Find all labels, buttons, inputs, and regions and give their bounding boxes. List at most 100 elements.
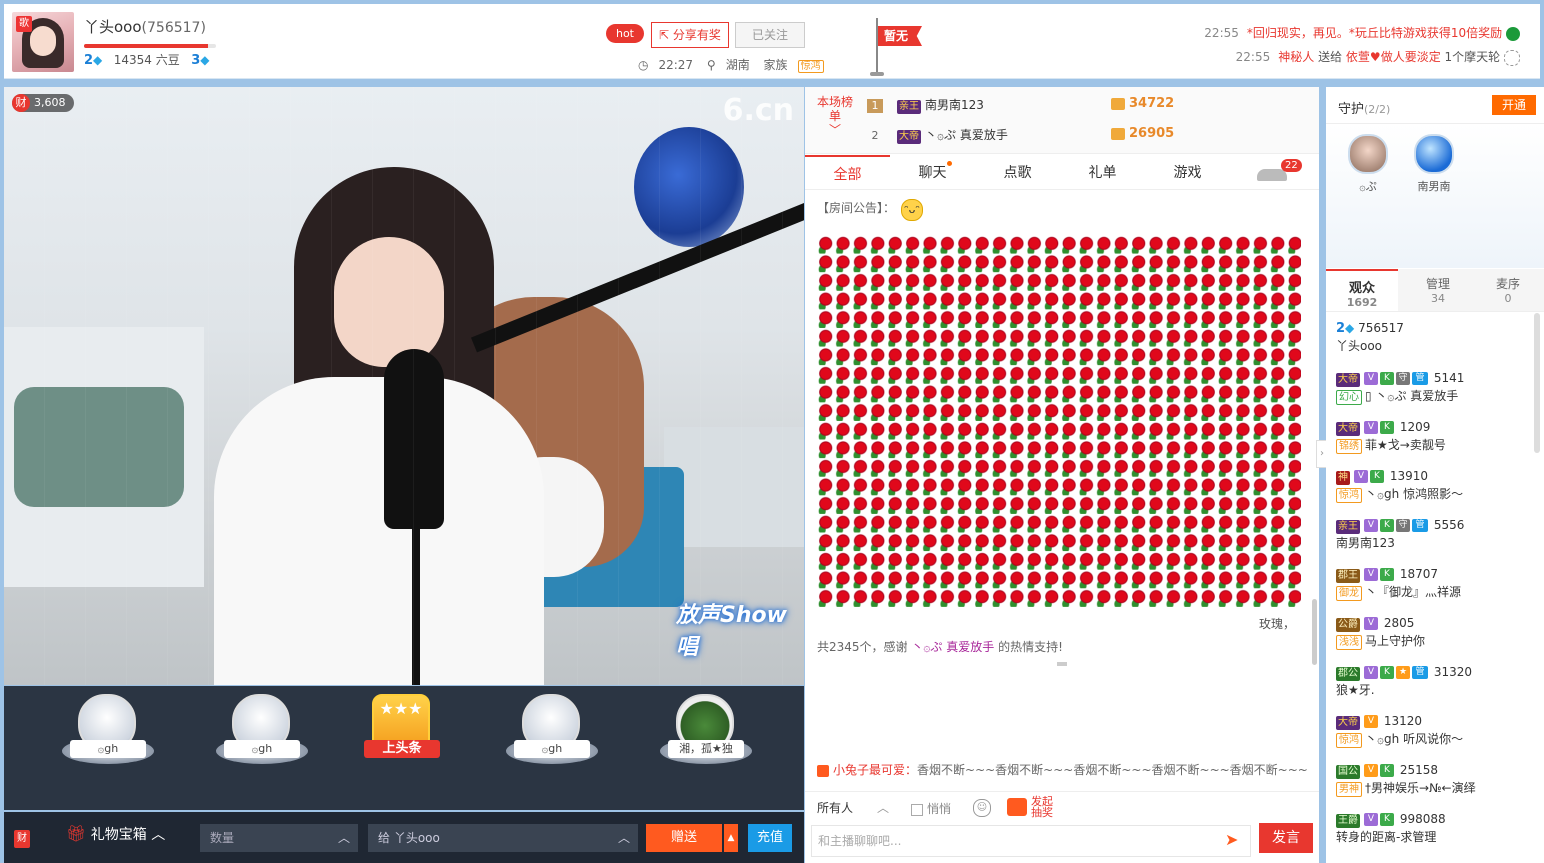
resize-handle[interactable] bbox=[1057, 662, 1067, 666]
list-item[interactable]: 大帝 V K 1209 锦绣 菲★戈→卖靓号 bbox=[1336, 418, 1532, 454]
guard-title: 守护(2/2) bbox=[1338, 98, 1390, 117]
rank-board: 本场榜单 ﹀ 1 亲王 南男南123 34722 2 大帝 丶۞ぷ 真爱放手 26905 bbox=[805, 87, 1319, 154]
ferris-wheel-icon bbox=[1504, 49, 1520, 66]
list-item[interactable]: 亲王 V K 守管 5556 南男南123 bbox=[1336, 516, 1532, 552]
list-item[interactable]: 郡公 V K ★ 管 31320 狼★牙. bbox=[1336, 663, 1532, 699]
follow-button[interactable]: 已关注 bbox=[735, 22, 805, 48]
tab-chat[interactable]: 聊天 bbox=[890, 155, 975, 189]
clock-icon: ◷ bbox=[638, 58, 649, 72]
ticker-gift-message: 22:55 神秘人 送给 依萱♥做人要淡定 1个摩天轮 bbox=[1236, 48, 1520, 66]
guard-member[interactable]: ۞ぷ bbox=[1338, 134, 1398, 194]
tab-games[interactable]: 游戏 bbox=[1145, 155, 1230, 189]
user-badge: 大帝 bbox=[1336, 422, 1360, 436]
tab-gifts[interactable]: 礼单 bbox=[1060, 155, 1145, 189]
chat-scrollbar[interactable] bbox=[1312, 599, 1317, 665]
send-arrow-icon[interactable]: ➤ bbox=[1225, 830, 1245, 849]
audience-scrollbar[interactable] bbox=[1534, 313, 1540, 453]
guard-member[interactable]: 南男南 bbox=[1404, 134, 1464, 194]
seat[interactable]: 湘，孤★独 bbox=[658, 692, 754, 772]
open-guard-button[interactable]: 开通 bbox=[1492, 95, 1536, 115]
list-item[interactable]: 2◆ 756517 丫头ooo bbox=[1336, 319, 1532, 355]
list-item[interactable]: 大帝 V K 守管 5141 幻心 ▯ 丶۞ぷ 真爱放手 bbox=[1336, 369, 1532, 405]
admin-icon: 管 bbox=[1412, 372, 1428, 385]
thanks-suffix: 的热情支持! bbox=[998, 640, 1063, 654]
list-item[interactable]: 神VK 13910 惊鸿 丶۞gh 惊鸿照影～ bbox=[1336, 467, 1532, 503]
car-icon[interactable] bbox=[1257, 169, 1287, 181]
quantity-input[interactable]: 数量 ︿ bbox=[200, 824, 358, 852]
tab-all[interactable]: 全部 bbox=[805, 155, 890, 189]
family-tag: 幻心 bbox=[1336, 390, 1362, 405]
family-tag: 锦绣 bbox=[1336, 439, 1362, 454]
rank-score: 34722 bbox=[1111, 96, 1174, 111]
lottery-button[interactable]: 发起 抽奖 bbox=[1007, 796, 1053, 818]
rank-row[interactable]: 2 大帝 丶۞ぷ 真爱放手 bbox=[867, 126, 1008, 144]
headline-seat[interactable]: ★★★ 上头条 bbox=[354, 692, 450, 772]
send-gift-options[interactable]: ▲ bbox=[724, 824, 738, 852]
tab-admins[interactable]: 管理 34 bbox=[1402, 269, 1474, 311]
user-badge: 大帝 bbox=[1336, 716, 1360, 730]
fortune-badge[interactable]: 财 3,608 bbox=[12, 94, 74, 112]
recipient-select[interactable]: 给 丫头ooo ︿ bbox=[368, 824, 638, 852]
thanks-user[interactable]: 丶۞ぷ 真爱放手 bbox=[911, 640, 994, 654]
send-message-button[interactable]: 发言 bbox=[1259, 823, 1313, 853]
share-icon: ⇱ bbox=[659, 28, 673, 42]
rank-label[interactable]: 本场榜单 ﹀ bbox=[817, 95, 853, 137]
tab-mic-queue[interactable]: 麦序 0 bbox=[1472, 269, 1544, 311]
seat[interactable]: ۞gh bbox=[60, 692, 156, 772]
seat[interactable]: ۞gh bbox=[504, 692, 600, 772]
share-label: 分享有奖 bbox=[672, 28, 721, 42]
list-item[interactable]: 公爵 V 2805 浅浅 马上守护你 bbox=[1336, 614, 1532, 650]
vip-icon: V bbox=[1354, 470, 1368, 483]
k-icon: K bbox=[1380, 421, 1394, 434]
share-button[interactable]: ⇱ 分享有奖 bbox=[651, 22, 729, 48]
seat[interactable]: ۞gh bbox=[214, 692, 310, 772]
tab-label: 麦序 bbox=[1495, 277, 1520, 291]
guard-icon: 守 bbox=[1396, 372, 1410, 385]
guard-title-text: 守护 bbox=[1338, 102, 1365, 117]
send-gift-button[interactable]: 赠送 bbox=[646, 824, 722, 852]
list-item[interactable]: 郡王 V K 18707 御龙 丶『御龙』灬祥源 bbox=[1336, 565, 1532, 601]
location-icon: ⚲ bbox=[706, 58, 716, 72]
song-badge-icon: 歌 bbox=[16, 16, 32, 32]
room-meta: ◷ 22:27 ⚲ 湖南 家族 惊鸿 bbox=[638, 56, 834, 73]
user-badge: 王爵 bbox=[1336, 814, 1360, 828]
ticker-sender[interactable]: 神秘人 bbox=[1278, 50, 1314, 64]
k-icon: K bbox=[1380, 568, 1394, 581]
recipient-label: 给 丫头ooo bbox=[378, 831, 440, 845]
gift-box-button[interactable]: 🎁︎ 礼物宝箱 ︿ bbox=[66, 824, 165, 844]
user-name: 丶۞gh 惊鸿照影～ bbox=[1365, 487, 1464, 501]
ticker-gift[interactable]: 做人要淡定 bbox=[1381, 50, 1441, 64]
list-item[interactable]: 国公 V K 25158 男神 †男神娱乐→№←演绎 bbox=[1336, 761, 1532, 797]
tab-songs[interactable]: 点歌 bbox=[975, 155, 1060, 189]
rank-row[interactable]: 1 亲王 南男南123 bbox=[867, 96, 984, 114]
recharge-button[interactable]: 充值 bbox=[748, 824, 792, 852]
guard-name: ۞ぷ bbox=[1359, 180, 1377, 193]
room-id: (756517) bbox=[141, 20, 206, 36]
hot-badge[interactable]: hot bbox=[606, 24, 644, 43]
user-score: 998088 bbox=[1399, 812, 1446, 826]
anchor-name[interactable]: 丫头ooo(756517) bbox=[84, 16, 206, 37]
k-icon: K bbox=[1370, 470, 1384, 483]
guard-icon: 守 bbox=[1396, 519, 1410, 532]
rank-score-value: 34722 bbox=[1129, 96, 1175, 111]
ticker-time: 22:55 bbox=[1235, 50, 1271, 64]
whisper-checkbox[interactable]: 悄悄 bbox=[911, 800, 951, 817]
top-flag[interactable]: 暂无 bbox=[878, 26, 922, 46]
user-level: 2 bbox=[1336, 321, 1346, 336]
emoji-button[interactable]: ☺ bbox=[973, 799, 991, 817]
tab-audience[interactable]: 观众 1692 bbox=[1326, 269, 1398, 311]
guard-name: 南男南 bbox=[1417, 180, 1451, 193]
ticker-receiver[interactable]: 依萱 bbox=[1346, 50, 1370, 64]
ticker-count: 1个摩天轮 bbox=[1444, 50, 1501, 64]
chat-user[interactable]: 小兔子最可爱： bbox=[833, 763, 917, 777]
list-item[interactable]: 大帝 V 13120 惊鸿 丶۞gh 听风说你～ bbox=[1336, 712, 1532, 748]
chat-input[interactable]: 和主播聊聊吧... bbox=[811, 825, 1251, 857]
user-score: 2805 bbox=[1383, 616, 1415, 630]
live-video[interactable]: 6.cn 放声Show唱 财 3,608 bbox=[4, 87, 804, 685]
family-tag[interactable]: 惊鸿 bbox=[797, 60, 824, 73]
seat-nick: ۞gh bbox=[514, 740, 590, 758]
list-item[interactable]: 王爵 V K 998088 转身的距离-求管理 bbox=[1336, 810, 1532, 846]
star-level: 3 bbox=[191, 53, 201, 68]
recipient-dropdown[interactable]: 所有人 ︿ bbox=[817, 798, 897, 818]
wealth-icon[interactable]: 财 bbox=[14, 830, 30, 848]
